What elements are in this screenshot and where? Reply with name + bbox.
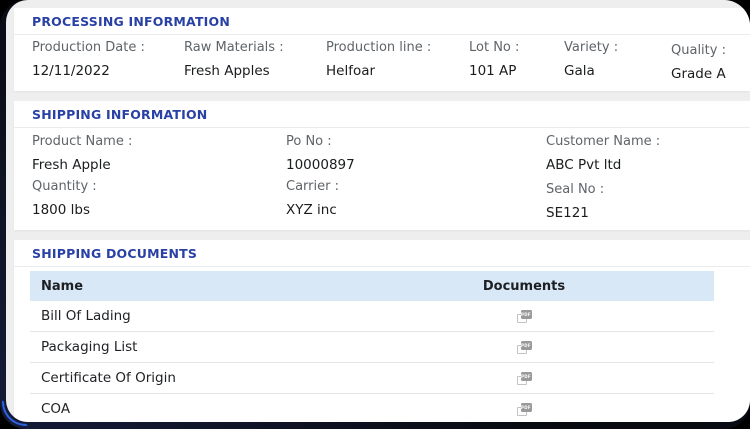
field-value: 10000897: [286, 157, 355, 173]
field-variety: Variety : Gala: [564, 40, 671, 83]
field-label: Seal No :: [546, 182, 605, 197]
field-label: Po No :: [286, 134, 332, 149]
document-cell: PDF: [334, 402, 714, 416]
field-label: Lot No :: [469, 40, 520, 55]
field-value: Gala: [564, 63, 595, 79]
field-label: Carrier :: [286, 179, 339, 194]
shipping-documents-card: SHIPPING DOCUMENTS Name Documents Bill O…: [14, 240, 750, 422]
field-label: Production Date :: [32, 40, 145, 55]
app-window: PROCESSING INFORMATION Production Date :…: [0, 0, 750, 429]
column-header-name: Name: [41, 278, 84, 294]
field-label: Raw Materials :: [184, 40, 284, 55]
document-name: Bill Of Lading: [41, 308, 131, 324]
field-value: Grade A: [671, 66, 726, 82]
field-customer-name: Customer Name : ABC Pvt ltd: [546, 134, 732, 174]
pdf-badge-icon: PDF: [520, 341, 532, 350]
field-label: Product Name :: [32, 134, 133, 149]
shipping-fields: Product Name : Fresh Apple Po No : 10000…: [14, 128, 750, 230]
shipping-information-title: SHIPPING INFORMATION: [14, 101, 750, 128]
document-cell: PDF: [334, 309, 714, 323]
field-quality: Quality : Grade A: [671, 40, 732, 83]
document-name: Packaging List: [41, 339, 138, 355]
column-header-documents: Documents: [482, 278, 566, 294]
pdf-document-icon[interactable]: PDF: [516, 340, 532, 354]
field-label: Variety :: [564, 40, 619, 55]
table-row-coa: COA PDF: [30, 394, 714, 422]
pdf-badge-icon: PDF: [520, 372, 532, 381]
field-value: XYZ inc: [286, 202, 337, 218]
table-row-bill-of-lading: Bill Of Lading PDF: [30, 301, 714, 332]
field-value: 1800 lbs: [32, 202, 91, 218]
field-value: Fresh Apple: [32, 157, 111, 173]
processing-information-card: PROCESSING INFORMATION Production Date :…: [14, 8, 750, 91]
documents-table-header: Name Documents: [30, 271, 714, 301]
field-value: ABC Pvt ltd: [546, 157, 622, 173]
field-raw-materials: Raw Materials : Fresh Apples: [184, 40, 326, 83]
field-value: 101 AP: [469, 63, 517, 79]
field-label: Quantity :: [32, 179, 97, 194]
field-lot-no: Lot No : 101 AP: [469, 40, 564, 83]
field-production-date: Production Date : 12/11/2022: [32, 40, 184, 83]
field-label: Quality :: [671, 43, 726, 58]
field-carrier: Carrier : XYZ inc: [286, 179, 546, 222]
processing-fields: Production Date : 12/11/2022 Raw Materia…: [14, 35, 750, 91]
field-product-name: Product Name : Fresh Apple: [32, 134, 286, 174]
field-value: Fresh Apples: [184, 63, 270, 79]
field-quantity: Quantity : 1800 lbs: [32, 179, 286, 222]
pdf-document-icon[interactable]: PDF: [516, 309, 532, 323]
pdf-badge-icon: PDF: [520, 310, 532, 319]
pdf-document-icon[interactable]: PDF: [516, 371, 532, 385]
shipping-documents-title: SHIPPING DOCUMENTS: [14, 240, 750, 267]
field-value: Helfoar: [326, 63, 376, 79]
shipping-information-card: SHIPPING INFORMATION Product Name : Fres…: [14, 101, 750, 230]
pdf-badge-icon: PDF: [520, 403, 532, 412]
table-row-certificate-of-origin: Certificate Of Origin PDF: [30, 363, 714, 394]
table-row-packaging-list: Packaging List PDF: [30, 332, 714, 363]
documents-table: Name Documents Bill Of Lading PDF Packag…: [30, 271, 714, 422]
field-seal-no: Seal No : SE121: [546, 179, 732, 222]
document-cell: PDF: [334, 371, 714, 385]
field-po-no: Po No : 10000897: [286, 134, 546, 174]
field-value: SE121: [546, 205, 589, 221]
field-production-line: Production line : Helfoar: [326, 40, 469, 83]
pdf-document-icon[interactable]: PDF: [516, 402, 532, 416]
field-value: 12/11/2022: [32, 63, 110, 79]
processing-information-title: PROCESSING INFORMATION: [14, 8, 750, 35]
page-background: PROCESSING INFORMATION Production Date :…: [6, 0, 750, 422]
document-name: Certificate Of Origin: [41, 370, 176, 386]
document-cell: PDF: [334, 340, 714, 354]
field-label: Production line :: [326, 40, 432, 55]
field-label: Customer Name :: [546, 134, 661, 149]
document-name: COA: [41, 401, 71, 417]
